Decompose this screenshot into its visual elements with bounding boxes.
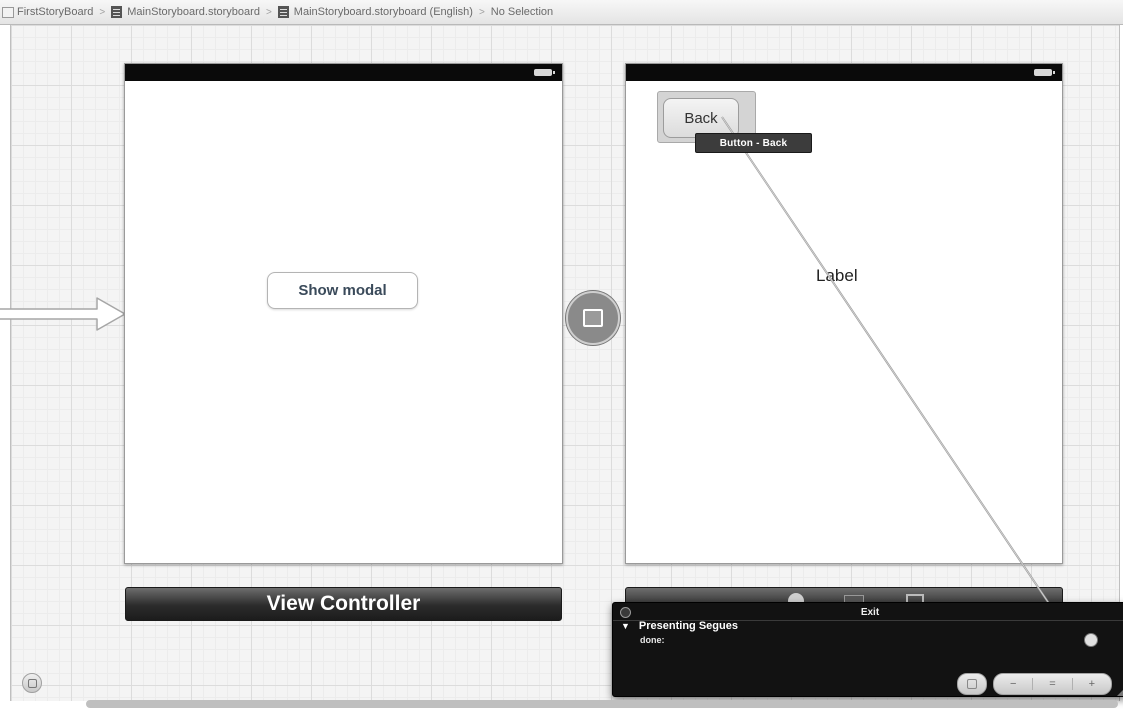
zoom-controls: − = + [993, 673, 1112, 695]
zoom-out-icon[interactable]: − [994, 678, 1032, 690]
xcode-storyboard-editor: FirstStoryBoard > MainStoryboard.storybo… [0, 0, 1123, 709]
outline-icon [27, 678, 37, 688]
zoom-fit-icon[interactable]: = [1032, 678, 1071, 690]
document-outline-toggle-button[interactable] [22, 673, 42, 693]
unwind-action-done[interactable]: done: [640, 635, 665, 645]
resize-grip-icon[interactable] [1117, 686, 1123, 696]
layout-icon [967, 679, 977, 689]
connection-point-icon[interactable] [1084, 633, 1098, 647]
layout-button[interactable] [957, 673, 987, 695]
button-tooltip: Button - Back [695, 133, 812, 153]
horizontal-scrollbar[interactable] [86, 700, 1118, 708]
popover-title: Exit [860, 607, 880, 618]
presenting-segues-section[interactable]: ▼ Presenting Segues [621, 620, 738, 632]
zoom-in-icon[interactable]: + [1071, 678, 1111, 690]
section-label: Presenting Segues [638, 620, 738, 632]
disclosure-triangle-icon[interactable]: ▼ [621, 621, 630, 631]
